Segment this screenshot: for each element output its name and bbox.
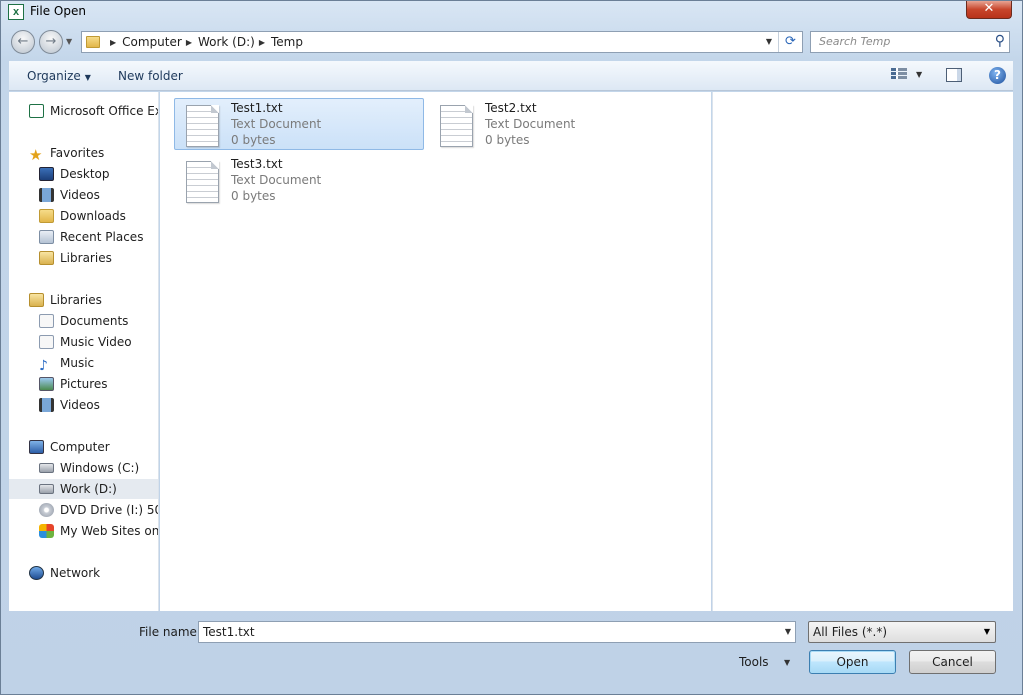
organize-button[interactable]: Organize ▼ bbox=[27, 69, 91, 83]
file-type: Text Document bbox=[231, 117, 322, 131]
sidebar-item-windows-c[interactable]: Windows (C:) bbox=[39, 458, 139, 478]
file-type-filter-value: All Files (*.*) bbox=[813, 625, 888, 639]
cancel-button[interactable]: Cancel bbox=[909, 650, 996, 674]
command-toolbar: Organize ▼ New folder ▼ ? bbox=[9, 61, 1013, 91]
breadcrumb-temp[interactable]: Temp bbox=[271, 35, 303, 49]
preview-pane bbox=[712, 92, 1013, 611]
file-name-label: File name: bbox=[139, 625, 201, 639]
file-type: Text Document bbox=[485, 117, 576, 131]
sidebar-group-computer[interactable]: Computer bbox=[29, 437, 110, 457]
close-button[interactable]: ✕ bbox=[966, 1, 1012, 19]
file-size: 0 bytes bbox=[231, 189, 276, 203]
sidebar-item-work-d[interactable]: Work (D:) bbox=[9, 479, 158, 499]
music-video-icon bbox=[39, 335, 54, 349]
breadcrumb-separator-icon[interactable]: ▶ bbox=[110, 38, 116, 47]
sidebar-item-dvd-drive[interactable]: DVD Drive (I:) 5000 bbox=[39, 500, 158, 520]
view-options-dropdown-icon[interactable]: ▼ bbox=[916, 70, 922, 79]
breadcrumb-separator-icon[interactable]: ▶ bbox=[186, 38, 192, 47]
text-file-icon bbox=[440, 105, 473, 147]
tools-dropdown-icon[interactable]: ▼ bbox=[784, 658, 790, 667]
star-icon: ★ bbox=[29, 146, 43, 164]
documents-icon bbox=[39, 314, 54, 328]
sidebar-item-downloads[interactable]: Downloads bbox=[39, 206, 126, 226]
address-bar[interactable]: ▶ Computer ▶ Work (D:) ▶ Temp ▼ ⟳ bbox=[81, 31, 803, 53]
recent-pages-dropdown-icon[interactable]: ▼ bbox=[66, 37, 72, 46]
file-name-value: Test1.txt bbox=[203, 625, 255, 639]
tools-menu-button[interactable]: Tools bbox=[739, 655, 769, 669]
sidebar-item-recent-places[interactable]: Recent Places bbox=[39, 227, 143, 247]
forward-button[interactable]: → bbox=[39, 30, 63, 54]
text-file-icon bbox=[186, 161, 219, 203]
pictures-icon bbox=[39, 377, 54, 391]
text-file-icon bbox=[186, 105, 219, 147]
navigation-pane[interactable]: Microsoft Office Exc ★ Favorites Desktop … bbox=[9, 92, 159, 611]
breadcrumb-computer[interactable]: Computer bbox=[122, 35, 182, 49]
file-tile-test1[interactable]: Test1.txt Text Document 0 bytes bbox=[174, 98, 424, 150]
sidebar-item-videos[interactable]: Videos bbox=[39, 185, 100, 205]
file-name-dropdown-icon[interactable]: ▼ bbox=[785, 627, 791, 636]
file-name: Test1.txt bbox=[231, 101, 283, 115]
file-type: Text Document bbox=[231, 173, 322, 187]
file-name-input[interactable]: Test1.txt ▼ bbox=[198, 621, 796, 643]
sidebar-item-network[interactable]: Network bbox=[29, 563, 100, 583]
folder-icon bbox=[86, 36, 100, 48]
drive-icon bbox=[39, 463, 54, 473]
address-dropdown-icon[interactable]: ▼ bbox=[762, 32, 776, 52]
music-icon: ♪ bbox=[39, 358, 48, 374]
breadcrumb-work-drive[interactable]: Work (D:) bbox=[198, 35, 255, 49]
organize-label: Organize bbox=[27, 69, 81, 83]
file-name: Test3.txt bbox=[231, 157, 283, 171]
search-placeholder: Search Temp bbox=[819, 35, 891, 48]
sidebar-item-documents[interactable]: Documents bbox=[39, 311, 128, 331]
excel-app-icon: x bbox=[8, 4, 24, 20]
search-icon[interactable]: ⚲ bbox=[995, 33, 1005, 49]
window-title: File Open bbox=[30, 4, 86, 18]
sidebar-item-desktop[interactable]: Desktop bbox=[39, 164, 110, 184]
refresh-icon[interactable]: ⟳ bbox=[778, 32, 802, 52]
search-input[interactable]: Search Temp ⚲ bbox=[810, 31, 1010, 53]
preview-pane-icon[interactable] bbox=[946, 68, 962, 82]
drive-icon bbox=[39, 484, 54, 494]
breadcrumb-separator-icon[interactable]: ▶ bbox=[259, 38, 265, 47]
sidebar-group-favorites[interactable]: ★ Favorites bbox=[29, 143, 104, 163]
sidebar-group-libraries[interactable]: Libraries bbox=[29, 290, 102, 310]
sidebar-item-libraries-favorite[interactable]: Libraries bbox=[39, 248, 112, 268]
file-list[interactable]: Test1.txt Text Document 0 bytes Test2.tx… bbox=[160, 92, 711, 611]
sidebar-item-music-video[interactable]: Music Video bbox=[39, 332, 132, 352]
back-button[interactable]: ← bbox=[11, 30, 35, 54]
video-icon bbox=[39, 398, 54, 412]
video-icon bbox=[39, 188, 54, 202]
file-tile-test3[interactable]: Test3.txt Text Document 0 bytes bbox=[174, 154, 424, 206]
file-size: 0 bytes bbox=[485, 133, 530, 147]
chevron-down-icon: ▼ bbox=[84, 73, 91, 82]
help-icon[interactable]: ? bbox=[989, 67, 1006, 84]
file-open-dialog: x File Open ✕ ← → ▼ ▶ Computer ▶ Work (D… bbox=[0, 0, 1023, 695]
title-bar: x File Open ✕ bbox=[1, 1, 1022, 25]
sidebar-item-videos-library[interactable]: Videos bbox=[39, 395, 100, 415]
new-folder-button[interactable]: New folder bbox=[118, 69, 183, 83]
network-icon bbox=[29, 566, 44, 580]
chevron-down-icon: ▼ bbox=[983, 627, 990, 636]
file-name: Test2.txt bbox=[485, 101, 537, 115]
sidebar-item-pictures[interactable]: Pictures bbox=[39, 374, 108, 394]
recent-places-icon bbox=[39, 230, 54, 244]
change-view-icon[interactable] bbox=[891, 67, 907, 83]
sidebar-item-music[interactable]: ♪ Music bbox=[39, 353, 94, 373]
file-type-filter-select[interactable]: All Files (*.*) ▼ bbox=[808, 621, 996, 643]
sidebar-item-my-web-sites[interactable]: My Web Sites on M bbox=[39, 521, 158, 541]
dvd-icon bbox=[39, 503, 54, 517]
open-button[interactable]: Open bbox=[809, 650, 896, 674]
downloads-icon bbox=[39, 209, 54, 223]
libraries-icon bbox=[39, 251, 54, 265]
web-sites-icon bbox=[39, 524, 54, 538]
sidebar-item-microsoft-office-excel[interactable]: Microsoft Office Exc bbox=[29, 101, 158, 121]
computer-icon bbox=[29, 440, 44, 454]
file-size: 0 bytes bbox=[231, 133, 276, 147]
libraries-icon bbox=[29, 293, 44, 307]
excel-icon bbox=[29, 104, 44, 118]
file-tile-test2[interactable]: Test2.txt Text Document 0 bytes bbox=[428, 98, 678, 150]
desktop-icon bbox=[39, 167, 54, 181]
